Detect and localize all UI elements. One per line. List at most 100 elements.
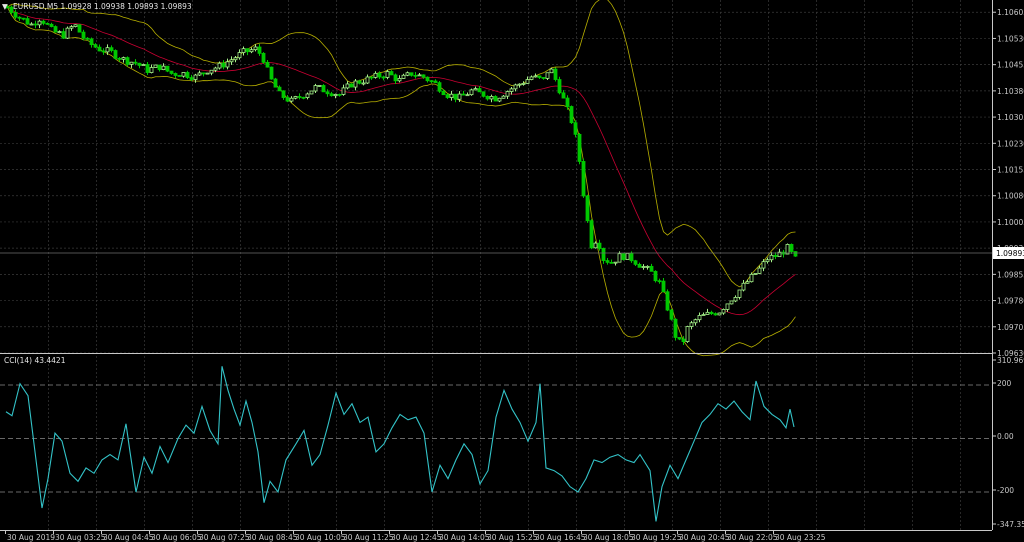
candle-body: [149, 67, 154, 73]
candle-body: [757, 267, 762, 274]
candle-body: [473, 88, 478, 91]
candle-body: [45, 22, 50, 25]
candle-body: [329, 93, 334, 97]
candle-body: [633, 260, 638, 265]
candle-body: [381, 76, 386, 79]
candle-body: [125, 57, 130, 65]
candle-body: [737, 289, 742, 298]
candle-body: [169, 70, 174, 74]
candle-body: [629, 253, 634, 262]
candle-body: [13, 12, 18, 18]
candle-body: [261, 52, 266, 63]
candle-body: [37, 20, 42, 26]
candle-body: [769, 254, 774, 261]
cci-tick-label: -347.3508: [997, 520, 1024, 529]
candle-body: [417, 74, 422, 77]
candle-body: [421, 74, 426, 78]
candle-body: [537, 75, 542, 78]
candle-body: [409, 72, 414, 76]
candle-body: [745, 281, 750, 284]
candle-body: [577, 133, 582, 162]
candle-body: [461, 93, 466, 96]
price-tick-label: 1.10455: [997, 61, 1024, 70]
candle-body: [209, 69, 214, 74]
candle-body: [61, 31, 66, 39]
candle-body: [77, 24, 82, 33]
candle-body: [133, 61, 138, 64]
candle-body: [621, 253, 626, 260]
candle-body: [301, 96, 306, 99]
time-tick-label: 30 Aug 2019: [7, 533, 55, 542]
candle-body: [477, 88, 482, 93]
trading-chart[interactable]: 1.10605 1.10530 1.10455 1.10380 1.10305 1.102…: [0, 0, 1024, 542]
candle-body: [197, 72, 202, 76]
candle-body: [165, 65, 170, 72]
candle-body: [73, 24, 78, 27]
candle-body: [721, 309, 726, 314]
candle-body: [525, 79, 530, 84]
candle-body: [669, 309, 674, 320]
candle-body: [29, 23, 34, 26]
candle-body: [425, 76, 430, 82]
candle-body: [241, 48, 246, 53]
price-tick-label: 1.10305: [997, 113, 1024, 122]
candle-body: [129, 61, 134, 65]
candle-body: [749, 273, 754, 283]
cci-tick-label: -200: [997, 486, 1014, 495]
candle-body: [257, 46, 262, 54]
candle-body: [485, 95, 490, 100]
candle-body: [289, 97, 294, 102]
candle-body: [613, 261, 618, 264]
candle-body: [277, 86, 282, 92]
candle-body: [713, 313, 718, 316]
time-tick-label: 30 Aug 22:05: [727, 533, 778, 542]
candle-body: [637, 263, 642, 268]
candle-body: [185, 72, 190, 78]
time-tick-label: 30 Aug 16:45: [535, 533, 586, 542]
candle-body: [489, 96, 494, 100]
candle-body: [205, 72, 210, 75]
candle-body: [17, 16, 22, 19]
candle-body: [137, 62, 142, 66]
candle-body: [361, 82, 366, 85]
candle-body: [445, 94, 450, 98]
candle-body: [449, 93, 454, 98]
candle-body: [237, 52, 242, 59]
down-triangle-icon[interactable]: ▼: [2, 2, 8, 11]
candle-body: [161, 65, 166, 71]
candle-body: [793, 251, 798, 257]
candle-body: [505, 91, 510, 97]
candle-body: [25, 18, 30, 25]
candle-body: [357, 80, 362, 84]
candle-body: [733, 296, 738, 302]
price-tick-label: 1.10005: [997, 218, 1024, 227]
candle-body: [285, 97, 290, 102]
candle-body: [569, 106, 574, 124]
time-tick-label: 30 Aug 06:05: [151, 533, 202, 542]
candle-body: [369, 76, 374, 79]
candle-body: [561, 92, 566, 99]
candle-body: [153, 64, 158, 68]
candle-body: [709, 311, 714, 315]
candle-body: [789, 244, 794, 252]
candle-body: [589, 220, 594, 249]
candle-body: [457, 93, 462, 100]
candle-body: [405, 72, 410, 76]
time-tick-label: 30 Aug 20:45: [679, 533, 730, 542]
candle-body: [565, 97, 570, 107]
candle-body: [593, 242, 598, 249]
candle-body: [597, 242, 602, 249]
candle-body: [501, 95, 506, 99]
time-tick-label: 30 Aug 18:05: [583, 533, 634, 542]
time-tick-label: 30 Aug 12:45: [391, 533, 442, 542]
time-tick-label: 30 Aug 15:25: [487, 533, 538, 542]
candle-body: [265, 61, 270, 68]
candle-body: [221, 62, 226, 68]
candle-body: [181, 72, 186, 77]
candle-body: [773, 254, 778, 258]
candle-body: [305, 93, 310, 98]
candle-body: [53, 26, 58, 33]
cci-tick-label: 0.00: [997, 432, 1014, 441]
candle-body: [373, 72, 378, 78]
candle-body: [253, 46, 258, 51]
